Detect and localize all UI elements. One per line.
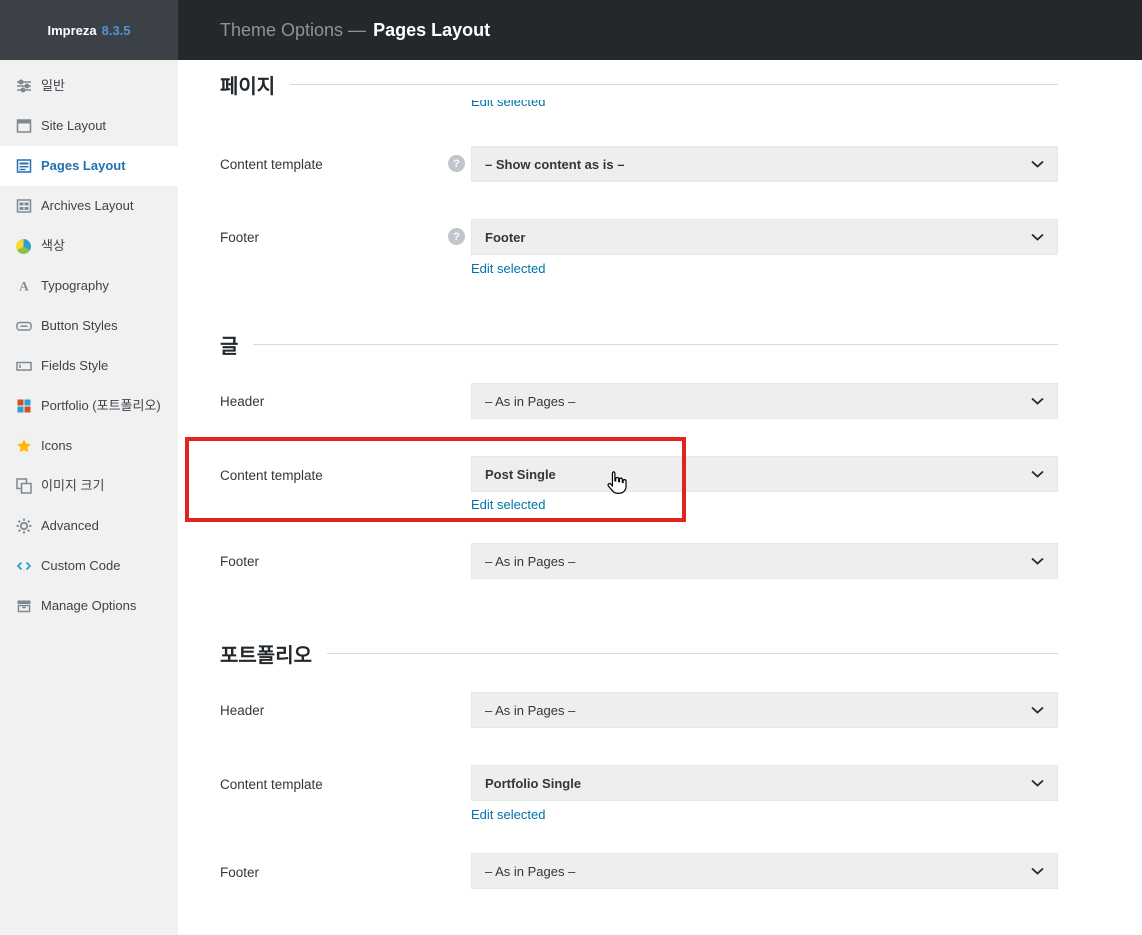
chevron-down-icon xyxy=(1031,706,1044,714)
sidebar-item-pages-layout[interactable]: Pages Layout xyxy=(0,146,178,186)
select-value: – As in Pages – xyxy=(485,863,576,879)
edit-selected-link[interactable]: Edit selected xyxy=(471,807,545,822)
sidebar-item-label: Archives Layout xyxy=(41,198,134,214)
sidebar-item-label: 일반 xyxy=(41,78,65,94)
chevron-down-icon xyxy=(1031,867,1044,875)
chevron-down-icon xyxy=(1031,397,1044,405)
sidebar-item-custom-code[interactable]: Custom Code xyxy=(0,546,178,586)
general-icon xyxy=(15,78,32,95)
brand-name: Impreza xyxy=(47,22,97,38)
field-label: Header xyxy=(220,394,265,409)
portfolio-footer-select[interactable]: – As in Pages – xyxy=(471,853,1058,889)
sidebar-item-typography[interactable]: A Typography xyxy=(0,266,178,306)
sidebar-item-label: Fields Style xyxy=(41,358,109,374)
section-divider xyxy=(290,83,1058,85)
help-icon[interactable]: ? xyxy=(448,155,465,172)
edit-selected-link[interactable]: Edit selected xyxy=(471,497,545,512)
star-icon xyxy=(15,438,32,455)
sidebar-item-portfolio[interactable]: Portfolio (포트폴리오) xyxy=(0,386,178,426)
section-divider xyxy=(327,652,1058,654)
colors-icon xyxy=(15,238,32,255)
help-icon[interactable]: ? xyxy=(448,228,465,245)
sidebar-item-label: Advanced xyxy=(41,518,99,534)
sidebar-item-label: Custom Code xyxy=(41,558,121,574)
sidebar-item-label: 색상 xyxy=(41,238,65,254)
sidebar-item-advanced[interactable]: Advanced xyxy=(0,506,178,546)
archive-box-icon xyxy=(15,598,32,615)
site-layout-icon xyxy=(15,118,32,135)
section-heading-pages: 페이지 xyxy=(220,70,1058,98)
pages-content-template-select[interactable]: – Show content as is – xyxy=(471,146,1058,182)
posts-header-select[interactable]: – As in Pages – xyxy=(471,383,1058,419)
portfolio-icon xyxy=(15,398,32,415)
page-title-prefix: Theme Options — xyxy=(220,19,367,40)
edit-selected-link-clipped: Edit selected xyxy=(471,100,545,110)
section-divider xyxy=(253,343,1058,345)
field-label: Content template xyxy=(220,468,323,483)
sidebar-item-label: Pages Layout xyxy=(41,158,126,174)
sidebar-item-fields-style[interactable]: Fields Style xyxy=(0,346,178,386)
field-label: Content template xyxy=(220,157,323,172)
chevron-down-icon xyxy=(1031,779,1044,787)
brand-version: 8.3.5 xyxy=(101,22,131,38)
select-value: – As in Pages – xyxy=(485,702,576,718)
sidebar-item-archives-layout[interactable]: Archives Layout xyxy=(0,186,178,226)
edit-selected-link[interactable]: Edit selected xyxy=(471,100,545,109)
sidebar-item-label: Manage Options xyxy=(41,598,137,614)
section-heading-posts: 글 xyxy=(220,330,1058,358)
sidebar-item-icons[interactable]: Icons xyxy=(0,426,178,466)
typography-icon: A xyxy=(15,278,32,295)
chevron-down-icon xyxy=(1031,160,1044,168)
sidebar-item-general[interactable]: 일반 xyxy=(0,66,178,106)
select-value: – As in Pages – xyxy=(485,553,576,569)
sidebar-item-site-layout[interactable]: Site Layout xyxy=(0,106,178,146)
sidebar: 일반 Site Layout Pages Layout Archives Lay… xyxy=(0,60,178,935)
fields-style-icon xyxy=(15,358,32,375)
archives-layout-icon xyxy=(15,198,32,215)
button-styles-icon xyxy=(15,318,32,335)
sidebar-item-label: Portfolio (포트폴리오) xyxy=(41,398,161,414)
select-value: Portfolio Single xyxy=(485,775,582,791)
posts-footer-select[interactable]: – As in Pages – xyxy=(471,543,1058,579)
sidebar-item-label: Button Styles xyxy=(41,318,118,334)
gear-icon xyxy=(15,518,32,535)
section-title: 글 xyxy=(220,335,239,358)
sidebar-item-label: Icons xyxy=(41,438,73,454)
chevron-down-icon xyxy=(1031,470,1044,478)
pages-footer-select[interactable]: Footer xyxy=(471,219,1058,255)
image-sizes-icon xyxy=(15,478,32,495)
topbar: Impreza 8.3.5 Theme Options — Pages Layo… xyxy=(0,0,1142,60)
posts-content-template-select[interactable]: Post Single xyxy=(471,456,1058,492)
section-heading-portfolio: 포트폴리오 xyxy=(220,639,1058,667)
page-title: Theme Options — Pages Layout xyxy=(220,0,490,60)
portfolio-header-select[interactable]: – As in Pages – xyxy=(471,692,1058,728)
sidebar-item-button-styles[interactable]: Button Styles xyxy=(0,306,178,346)
field-label: Footer xyxy=(220,865,260,880)
chevron-down-icon xyxy=(1031,233,1044,241)
chevron-down-icon xyxy=(1031,557,1044,565)
sidebar-item-label: Site Layout xyxy=(41,118,107,134)
select-value: Post Single xyxy=(485,466,556,482)
select-value: Footer xyxy=(485,229,526,245)
code-icon xyxy=(15,558,32,575)
field-label: Footer xyxy=(220,230,260,245)
section-title: 포트폴리오 xyxy=(220,644,312,667)
sidebar-item-label: 이미지 크기 xyxy=(41,478,105,494)
svg-text:A: A xyxy=(19,279,29,294)
select-value: – Show content as is – xyxy=(485,156,625,172)
sidebar-item-image-sizes[interactable]: 이미지 크기 xyxy=(0,466,178,506)
sidebar-item-colors[interactable]: 색상 xyxy=(0,226,178,266)
select-value: – As in Pages – xyxy=(485,393,576,409)
field-label: Content template xyxy=(220,777,323,792)
brand-logo: Impreza 8.3.5 xyxy=(0,0,178,60)
sidebar-item-label: Typography xyxy=(41,278,109,294)
pages-layout-icon xyxy=(15,158,32,175)
page-title-current: Pages Layout xyxy=(373,19,491,40)
section-title: 페이지 xyxy=(220,75,276,98)
portfolio-content-template-select[interactable]: Portfolio Single xyxy=(471,765,1058,801)
edit-selected-link[interactable]: Edit selected xyxy=(471,261,545,276)
sidebar-item-manage-options[interactable]: Manage Options xyxy=(0,586,178,626)
field-label: Footer xyxy=(220,554,260,569)
field-label: Header xyxy=(220,703,265,718)
